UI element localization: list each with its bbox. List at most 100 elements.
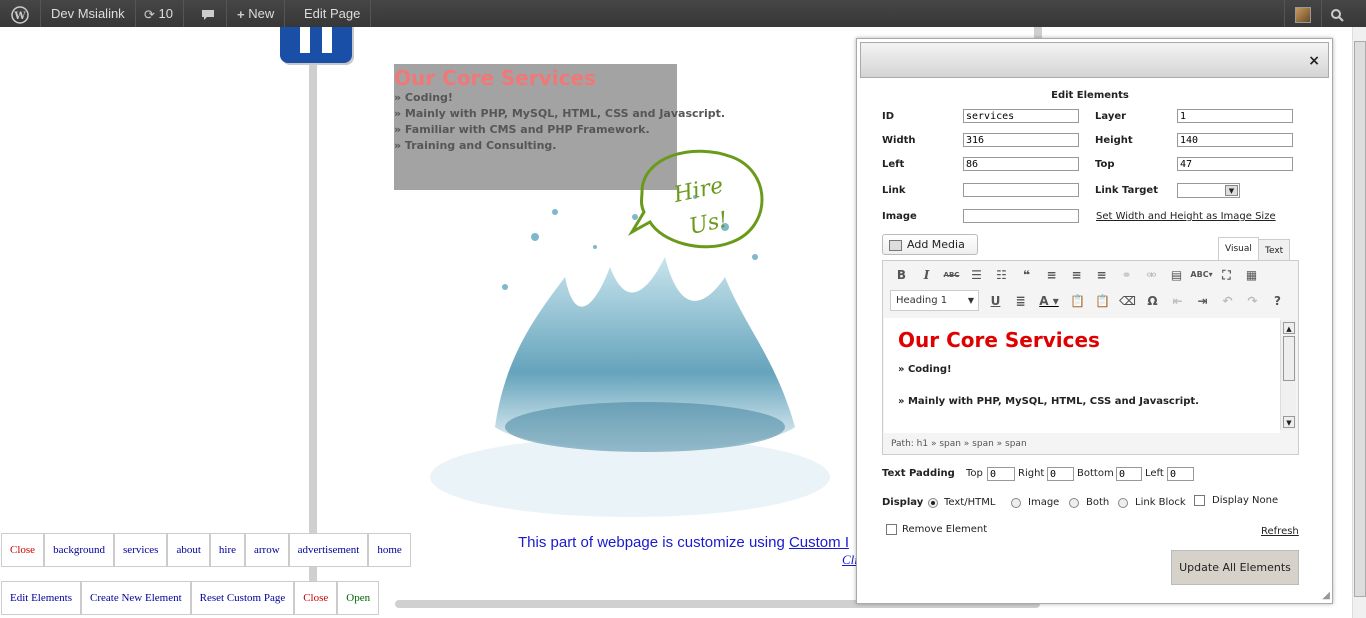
edit-page-link[interactable]: Edit Page — [294, 0, 372, 27]
padding-right-label: Right — [1018, 468, 1045, 479]
add-media-label: Add Media — [907, 238, 965, 251]
tab-visual[interactable]: Visual — [1218, 237, 1259, 261]
align-center-icon[interactable]: ≡ — [1064, 265, 1089, 285]
add-media-button[interactable]: Add Media — [882, 234, 978, 255]
plus-icon: + — [237, 7, 245, 23]
element-about-button[interactable]: about — [167, 533, 210, 567]
element-hire-button[interactable]: hire — [209, 533, 245, 567]
indent-icon[interactable]: ⇥ — [1190, 291, 1215, 311]
italic-icon[interactable]: I — [914, 265, 939, 285]
display-link-block-label: Link Block — [1135, 497, 1186, 508]
comments-button[interactable] — [191, 0, 227, 27]
bullet-list-icon[interactable]: ☰ — [964, 265, 989, 285]
open-button[interactable]: Open — [337, 581, 380, 615]
dialog-titlebar[interactable]: × — [860, 42, 1329, 78]
format-select[interactable]: Heading 1 ▼ — [890, 290, 979, 311]
align-left-icon[interactable]: ≡ — [1039, 265, 1064, 285]
display-image-radio[interactable] — [1011, 498, 1021, 508]
scroll-up-icon[interactable]: ▲ — [1283, 322, 1295, 334]
updates-button[interactable]: ⟳ 10 — [134, 0, 184, 27]
search-button[interactable] — [1322, 0, 1352, 27]
close-button[interactable]: Close — [294, 581, 338, 615]
custom-page-link[interactable]: Custom I — [789, 534, 849, 551]
read-more-icon[interactable]: ▤ — [1164, 265, 1189, 285]
update-all-elements-button[interactable]: Update All Elements — [1171, 550, 1299, 585]
padding-bottom-input[interactable] — [1116, 467, 1142, 481]
refresh-icon: ⟳ — [144, 7, 155, 23]
spellcheck-icon[interactable]: ABC▾ — [1189, 265, 1214, 285]
paste-word-icon[interactable]: 📋 — [1090, 291, 1115, 311]
site-name-link[interactable]: Dev Msialink — [41, 0, 136, 27]
link-input[interactable] — [963, 183, 1079, 197]
us-text: Us! — [687, 207, 730, 239]
undo-icon[interactable]: ↶ — [1215, 291, 1240, 311]
display-none-checkbox[interactable] — [1194, 495, 1205, 506]
editor-content-area[interactable]: Our Core Services » Coding! » Mainly wit… — [884, 318, 1280, 433]
strikethrough-icon[interactable]: ABC — [939, 265, 964, 285]
text-color-icon[interactable]: A ▾ — [1033, 291, 1065, 311]
display-link-block-radio[interactable] — [1118, 498, 1128, 508]
display-both-radio[interactable] — [1069, 498, 1079, 508]
element-services-button[interactable]: services — [114, 533, 168, 567]
scroll-thumb[interactable] — [1283, 336, 1295, 381]
element-home-button[interactable]: home — [368, 533, 411, 567]
display-label: Display — [882, 497, 924, 508]
scroll-down-icon[interactable]: ▼ — [1283, 416, 1295, 428]
top-input[interactable] — [1177, 157, 1293, 171]
left-label: Left — [882, 159, 905, 170]
create-new-element-button[interactable]: Create New Element — [81, 581, 191, 615]
close-elements-button[interactable]: Close — [1, 533, 45, 567]
justify-icon[interactable]: ≣ — [1008, 291, 1033, 311]
id-input[interactable] — [963, 109, 1079, 123]
height-input[interactable] — [1177, 133, 1293, 147]
paste-text-icon[interactable]: 📋 — [1065, 291, 1090, 311]
format-select-value: Heading 1 — [896, 295, 948, 306]
display-both-label: Both — [1086, 497, 1110, 508]
padding-left-input[interactable] — [1167, 467, 1194, 481]
element-background-button[interactable]: background — [44, 533, 114, 567]
reset-custom-page-button[interactable]: Reset Custom Page — [190, 581, 295, 615]
help-icon[interactable]: ? — [1265, 291, 1290, 311]
editor-heading: Our Core Services — [898, 328, 1100, 352]
rich-text-editor: B I ABC ☰ ☷ ❝ ≡ ≡ ≡ ⚭ ⚮ ▤ ABC▾ ⛶ ▦ Headi… — [882, 260, 1299, 455]
element-arrow-button[interactable]: arrow — [245, 533, 289, 567]
blockquote-icon[interactable]: ❝ — [1014, 265, 1039, 285]
display-text-html-radio[interactable] — [928, 498, 938, 508]
hire-us-badge[interactable]: Hire Us! — [622, 142, 772, 252]
image-input[interactable] — [963, 209, 1079, 223]
kitchen-sink-icon[interactable]: ▦ — [1239, 265, 1264, 285]
outdent-icon[interactable]: ⇤ — [1165, 291, 1190, 311]
link-target-select[interactable]: ▼ — [1177, 183, 1240, 198]
left-input[interactable] — [963, 157, 1079, 171]
special-character-icon[interactable]: Ω — [1140, 291, 1165, 311]
align-right-icon[interactable]: ≡ — [1089, 265, 1114, 285]
remove-element-checkbox[interactable] — [886, 524, 897, 535]
layer-input[interactable] — [1177, 109, 1293, 123]
padding-right-input[interactable] — [1047, 467, 1074, 481]
insert-link-icon[interactable]: ⚭ — [1114, 265, 1139, 285]
underline-icon[interactable]: U — [983, 291, 1008, 311]
set-image-size-link[interactable]: Set Width and Height as Image Size — [1096, 211, 1276, 222]
text-padding-label: Text Padding — [882, 468, 955, 479]
fullscreen-icon[interactable]: ⛶ — [1214, 265, 1239, 285]
element-advertisement-button[interactable]: advertisement — [288, 533, 369, 567]
resize-grip-icon[interactable]: ◢ — [1322, 590, 1330, 601]
tab-text[interactable]: Text — [1258, 239, 1291, 261]
redo-icon[interactable]: ↷ — [1240, 291, 1265, 311]
dialog-close-icon[interactable]: × — [1308, 53, 1320, 69]
wordpress-logo-button[interactable]: W — [0, 0, 41, 27]
padding-top-input[interactable] — [987, 467, 1015, 481]
clear-format-icon[interactable]: ⌫ — [1115, 291, 1140, 311]
page-scroll-thumb[interactable] — [1354, 41, 1366, 597]
width-input[interactable] — [963, 133, 1079, 147]
user-avatar-button[interactable] — [1284, 0, 1322, 27]
new-content-button[interactable]: + New — [227, 0, 286, 27]
unlink-icon[interactable]: ⚮ — [1139, 265, 1164, 285]
edit-elements-button[interactable]: Edit Elements — [1, 581, 82, 615]
dropdown-arrow-icon: ▼ — [1225, 185, 1238, 196]
bold-icon[interactable]: B — [889, 265, 914, 285]
page-scrollbar[interactable] — [1352, 27, 1366, 618]
numbered-list-icon[interactable]: ☷ — [989, 265, 1014, 285]
editor-scrollbar[interactable]: ▲ ▼ — [1280, 320, 1296, 430]
refresh-link[interactable]: Refresh — [1261, 526, 1299, 537]
